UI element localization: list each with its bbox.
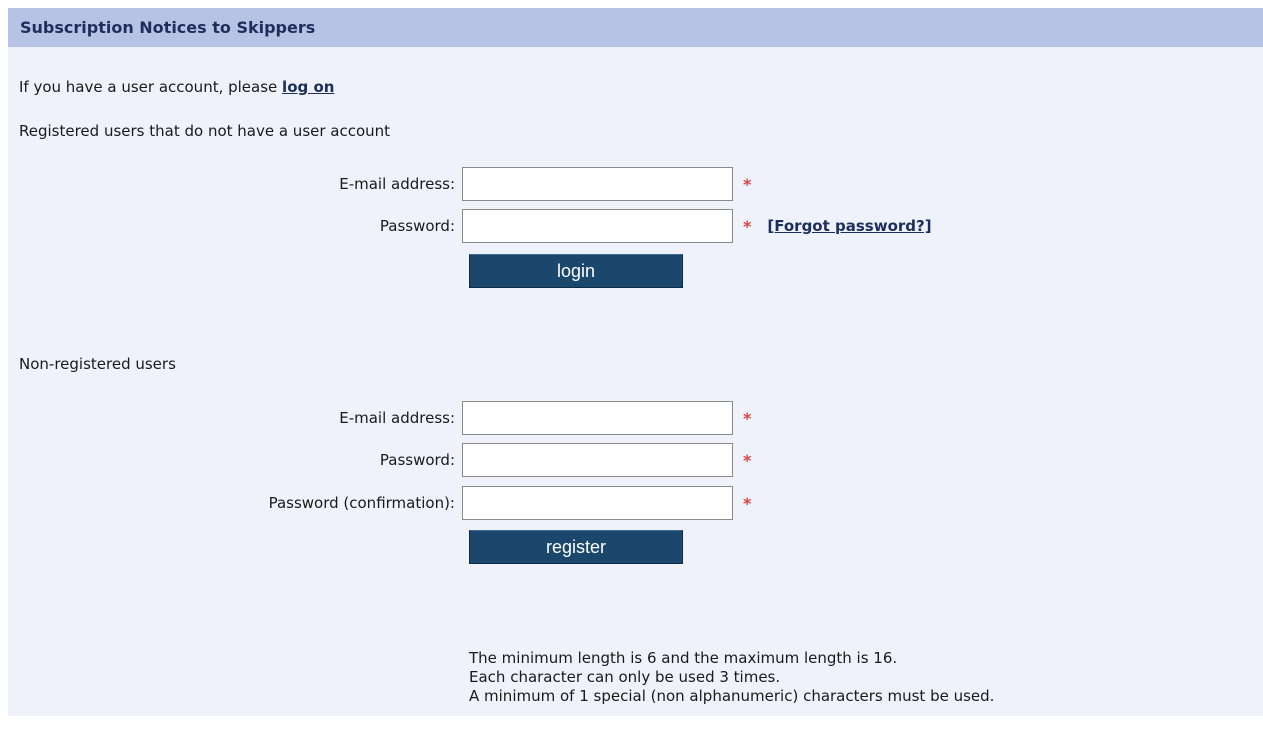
password-rule-line: A minimum of 1 special (non alphanumeric…: [469, 687, 995, 705]
registered-password-label: Password:: [379, 217, 455, 235]
required-marker: *: [743, 216, 752, 236]
required-marker: *: [743, 450, 752, 470]
registered-password-input[interactable]: [462, 209, 733, 243]
password-confirmation-input[interactable]: [462, 486, 733, 520]
required-marker: *: [743, 493, 752, 513]
nonregistered-confirm-row: Password (confirmation): *: [8, 486, 751, 520]
password-rules: The minimum length is 6 and the maximum …: [469, 649, 994, 706]
nonregistered-password-row: Password: *: [8, 443, 751, 477]
login-button[interactable]: login: [469, 254, 683, 288]
registered-email-input[interactable]: [462, 167, 733, 201]
page-title: Subscription Notices to Skippers: [20, 18, 316, 37]
panel-header: Subscription Notices to Skippers: [8, 8, 1263, 47]
password-confirmation-label: Password (confirmation):: [268, 494, 455, 512]
registered-heading: Registered users that do not have a user…: [19, 122, 391, 140]
password-rule-line: Each character can only be used 3 times.: [469, 668, 781, 686]
required-marker: *: [743, 174, 752, 194]
intro-text: If you have a user account, please: [19, 78, 283, 96]
nonregistered-email-label: E-mail address:: [339, 409, 455, 427]
nonregistered-email-row: E-mail address: *: [8, 401, 751, 435]
registered-email-label: E-mail address:: [339, 175, 455, 193]
log-on-link[interactable]: log on: [282, 78, 334, 96]
nonregistered-heading: Non-registered users: [19, 355, 176, 373]
nonregistered-email-input[interactable]: [462, 401, 733, 435]
forgot-password-link[interactable]: [Forgot password?]: [767, 217, 931, 235]
subscription-panel: Subscription Notices to Skippers If you …: [8, 8, 1263, 716]
nonregistered-password-input[interactable]: [462, 443, 733, 477]
registered-email-row: E-mail address: *: [8, 167, 751, 201]
registered-password-row: Password: * [Forgot password?]: [8, 209, 932, 243]
nonregistered-password-label: Password:: [379, 451, 455, 469]
password-rule-line: The minimum length is 6 and the maximum …: [469, 649, 898, 667]
required-marker: *: [743, 408, 752, 428]
register-button[interactable]: register: [469, 530, 683, 564]
intro-line: If you have a user account, please log o…: [19, 78, 334, 96]
